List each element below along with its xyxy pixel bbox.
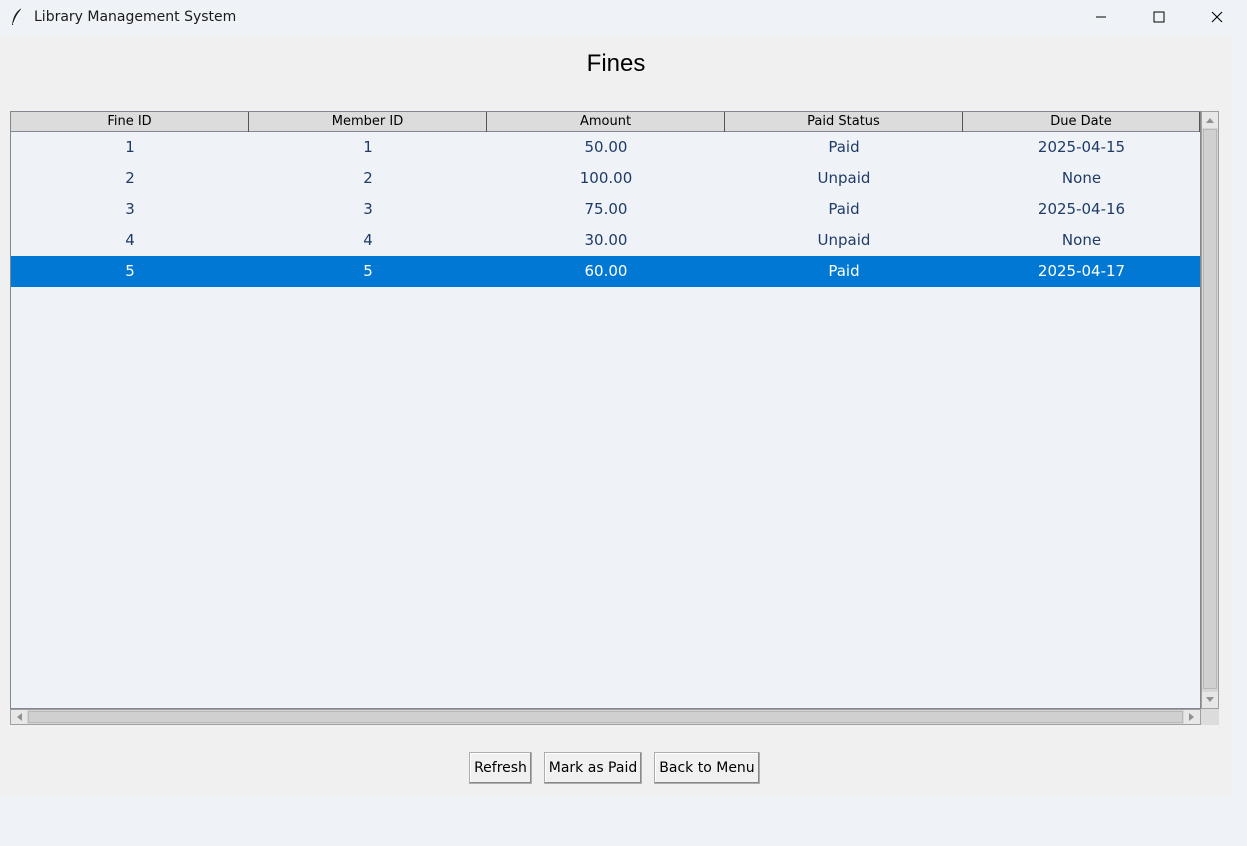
cell-amount: 60.00 — [584, 262, 628, 280]
arrow-left-icon — [17, 713, 22, 721]
refresh-button[interactable]: Refresh — [469, 752, 532, 784]
cell-due-date: None — [1061, 169, 1102, 187]
cell-fine-id: 2 — [125, 169, 135, 187]
scroll-right-button[interactable] — [1184, 710, 1200, 724]
cell-member-id: 2 — [363, 169, 373, 187]
horizontal-scrollbar[interactable] — [10, 709, 1201, 725]
cell-fine-id: 4 — [125, 231, 135, 249]
maximize-icon — [1153, 11, 1165, 23]
table-row[interactable]: 1 1 50.00 Paid 2025-04-15 — [11, 132, 1200, 163]
cell-paid-status: Paid — [828, 262, 860, 280]
cell-due-date: None — [1061, 231, 1102, 249]
horizontal-scroll-thumb[interactable] — [28, 711, 1183, 723]
cell-member-id: 5 — [363, 262, 373, 280]
column-header-amount[interactable]: Amount — [487, 112, 725, 132]
cell-due-date: 2025-04-15 — [1037, 138, 1126, 156]
minimize-icon — [1096, 16, 1106, 18]
back-to-menu-button[interactable]: Back to Menu — [654, 752, 760, 784]
cell-amount: 100.00 — [579, 169, 633, 187]
column-header-paid-status[interactable]: Paid Status — [725, 112, 963, 132]
arrow-right-icon — [1189, 713, 1194, 721]
cell-due-date: 2025-04-17 — [1037, 262, 1126, 280]
fines-table: Fine ID Member ID Amount Paid Status Due… — [10, 111, 1201, 709]
cell-amount: 30.00 — [584, 231, 628, 249]
cell-fine-id: 1 — [125, 138, 135, 156]
cell-member-id: 4 — [363, 231, 373, 249]
column-header-due-date[interactable]: Due Date — [963, 112, 1200, 132]
cell-amount: 50.00 — [584, 138, 628, 156]
scroll-left-button[interactable] — [11, 710, 27, 724]
column-header-fine-id[interactable]: Fine ID — [11, 112, 249, 132]
page-title: Fines — [586, 50, 646, 77]
cell-due-date: 2025-04-16 — [1037, 200, 1126, 218]
table-body: 1 1 50.00 Paid 2025-04-15 2 2 100.00 Unp… — [11, 132, 1200, 287]
table-row-selected[interactable]: 5 5 60.00 Paid 2025-04-17 — [11, 256, 1200, 287]
scroll-up-button[interactable] — [1202, 112, 1218, 128]
table-row[interactable]: 2 2 100.00 Unpaid None — [11, 163, 1200, 194]
close-icon — [1211, 11, 1223, 23]
cell-amount: 75.00 — [584, 200, 628, 218]
column-header-member-id[interactable]: Member ID — [249, 112, 487, 132]
cell-paid-status: Paid — [828, 200, 860, 218]
vertical-scroll-thumb[interactable] — [1203, 129, 1217, 689]
main-panel: Fines Fine ID Member ID Amount Paid Stat… — [0, 36, 1232, 796]
feather-icon — [12, 7, 23, 25]
cell-paid-status: Unpaid — [817, 231, 871, 249]
table-row[interactable]: 3 3 75.00 Paid 2025-04-16 — [11, 194, 1200, 225]
vertical-scrollbar[interactable] — [1201, 111, 1219, 709]
scrollbar-corner — [1201, 709, 1219, 725]
scroll-down-button[interactable] — [1202, 692, 1218, 708]
window-title: Library Management System — [34, 9, 237, 25]
table-header: Fine ID Member ID Amount Paid Status Due… — [11, 112, 1200, 132]
maximize-button[interactable] — [1130, 0, 1188, 34]
cell-paid-status: Unpaid — [817, 169, 871, 187]
table-row[interactable]: 4 4 30.00 Unpaid None — [11, 225, 1200, 256]
arrow-up-icon — [1206, 118, 1214, 123]
minimize-button[interactable] — [1072, 0, 1130, 34]
cell-fine-id: 5 — [125, 262, 135, 280]
arrow-down-icon — [1206, 697, 1214, 702]
cell-fine-id: 3 — [125, 200, 135, 218]
cell-member-id: 1 — [363, 138, 373, 156]
cell-member-id: 3 — [363, 200, 373, 218]
mark-as-paid-button[interactable]: Mark as Paid — [544, 752, 642, 784]
cell-paid-status: Paid — [828, 138, 860, 156]
close-button[interactable] — [1188, 0, 1246, 34]
title-bar: Library Management System — [0, 0, 1247, 36]
